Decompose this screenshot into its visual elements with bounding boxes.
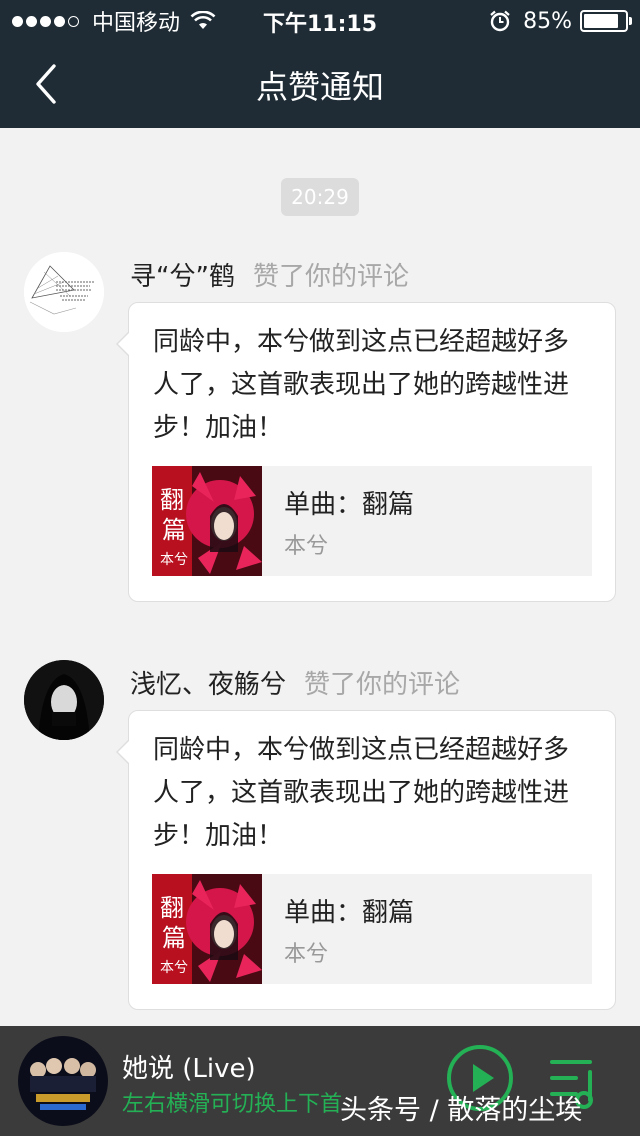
notification-header: 浅忆、夜觞兮 赞了你的评论: [130, 664, 460, 701]
svg-text:篇: 篇: [162, 924, 186, 952]
page-title: 点赞通知: [255, 68, 384, 106]
notification-header: 寻“兮”鹤 赞了你的评论: [130, 256, 409, 293]
song-card[interactable]: 翻 篇 本兮 单曲：翻篇 本兮: [152, 874, 592, 984]
avatar[interactable]: [24, 660, 104, 740]
song-artist: 本兮: [284, 942, 329, 967]
player-cover[interactable]: [18, 1036, 108, 1126]
player-hint: 左右横滑可切换上下首: [122, 1092, 343, 1117]
nav-bar: 点赞通知: [0, 40, 640, 128]
song-cover: 翻 篇 本兮: [152, 466, 262, 576]
comment-card[interactable]: 同龄中，本兮做到这点已经超越好多人了，这首歌表现出了她的跨越性进步！加油！ 翻 …: [116, 302, 616, 602]
avatar[interactable]: [24, 252, 104, 332]
comment-text: 同龄中，本兮做到这点已经超越好多人了，这首歌表现出了她的跨越性进步！加油！: [153, 735, 570, 851]
song-artist: 本兮: [284, 534, 329, 559]
header: 中国移动 下午11:15 85% 点赞通知: [0, 0, 640, 128]
avatar-portrait-image: [24, 660, 104, 740]
player-song-title: 她说 (Live): [122, 1054, 256, 1084]
song-label: 单曲：翻篇: [284, 490, 415, 520]
svg-text:篇: 篇: [162, 516, 186, 544]
status-bar: 中国移动 下午11:15 85%: [0, 0, 640, 40]
comment-card[interactable]: 同龄中，本兮做到这点已经超越好多人了，这首歌表现出了她的跨越性进步！加油！ 翻 …: [116, 710, 616, 1010]
song-label: 单曲：翻篇: [284, 898, 415, 928]
action-text: 赞了你的评论: [252, 262, 409, 292]
user-name[interactable]: 浅忆、夜觞兮: [130, 670, 286, 700]
song-card[interactable]: 翻 篇 本兮 单曲：翻篇 本兮: [152, 466, 592, 576]
song-cover: 翻 篇 本兮: [152, 874, 262, 984]
comment-text: 同龄中，本兮做到这点已经超越好多人了，这首歌表现出了她的跨越性进步！加油！: [153, 327, 570, 443]
svg-text:本兮: 本兮: [160, 960, 188, 976]
avatar-sketch-image: [24, 252, 104, 332]
action-text: 赞了你的评论: [304, 670, 461, 700]
battery-icon: [580, 10, 632, 32]
user-name[interactable]: 寻“兮”鹤: [130, 262, 235, 292]
svg-text:翻: 翻: [160, 486, 184, 514]
svg-text:翻: 翻: [160, 894, 184, 922]
svg-text:本兮: 本兮: [160, 552, 188, 568]
alarm-icon: [490, 10, 510, 32]
time-badge: 20:29: [281, 178, 359, 216]
battery-percent: 85%: [523, 8, 572, 34]
watermark: 头条号 / 散落的尘埃: [340, 1095, 583, 1126]
